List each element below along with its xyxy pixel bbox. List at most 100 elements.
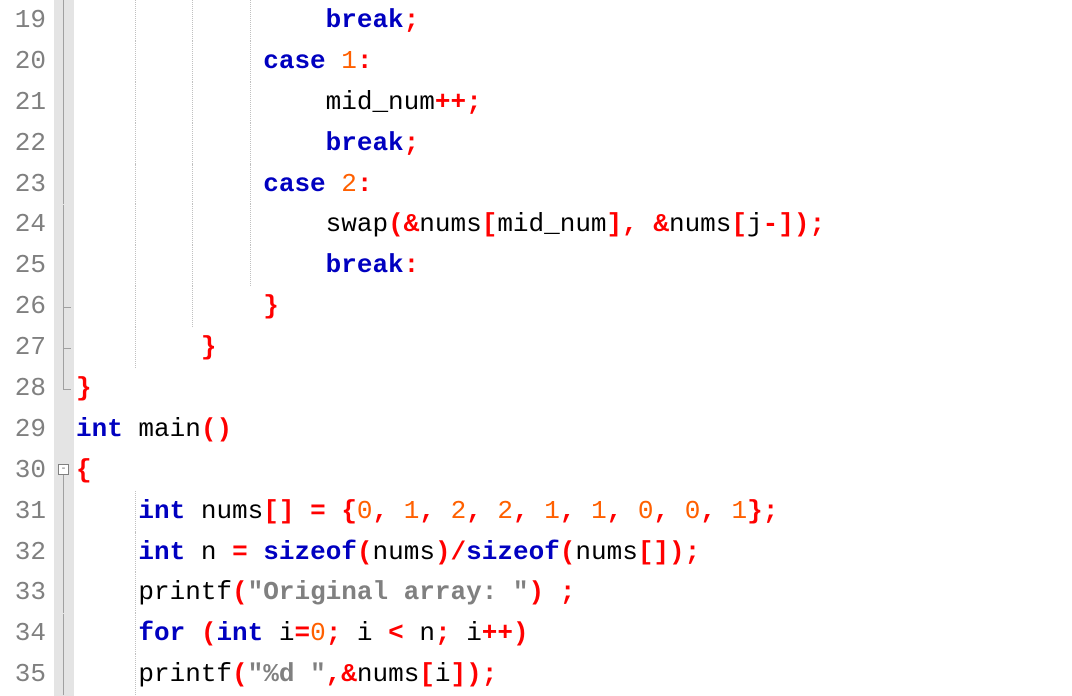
code-line[interactable]: printf("%d ",&nums[i]); — [76, 654, 1072, 695]
code-token: { — [76, 455, 92, 485]
code-token: ; — [326, 618, 342, 648]
code-line[interactable]: printf("Original array: ") ; — [76, 572, 1072, 613]
indent-guide — [192, 286, 193, 327]
line-number: 22 — [0, 123, 46, 164]
code-token — [76, 577, 138, 607]
code-token — [716, 496, 732, 526]
code-token: 2 — [451, 496, 467, 526]
indent-guide — [135, 491, 136, 532]
code-token: ]) — [451, 659, 482, 689]
code-token — [294, 496, 310, 526]
code-line[interactable]: } — [76, 368, 1072, 409]
code-token: , — [622, 209, 638, 239]
code-token: & — [653, 209, 669, 239]
code-token: [] — [263, 496, 294, 526]
code-token: printf — [138, 659, 232, 689]
code-line[interactable]: case 1: — [76, 41, 1072, 82]
indent-guide — [135, 82, 136, 123]
code-token: ; — [404, 5, 420, 35]
code-token: ] — [607, 209, 623, 239]
code-token: main — [138, 414, 200, 444]
code-token: nums — [357, 659, 419, 689]
indent-guide — [135, 204, 136, 245]
code-token: ( — [232, 577, 248, 607]
code-token: nums — [373, 537, 435, 567]
indent-guide — [192, 164, 193, 205]
code-token: ( — [357, 537, 373, 567]
code-token: , — [513, 496, 529, 526]
code-token: } — [747, 496, 763, 526]
line-number: 33 — [0, 572, 46, 613]
code-token: , — [607, 496, 623, 526]
code-editor[interactable]: 1920212223242526272829303132333435 - bre… — [0, 0, 1072, 696]
code-token: = — [294, 618, 310, 648]
code-token: i — [435, 659, 451, 689]
fold-margin[interactable]: - — [54, 0, 74, 696]
code-token: [ — [419, 659, 435, 689]
code-line[interactable]: int n = sizeof(nums)/sizeof(nums[]); — [76, 532, 1072, 573]
code-token: ]) — [778, 209, 809, 239]
code-token: nums — [201, 496, 263, 526]
code-token: , — [654, 496, 670, 526]
line-number: 21 — [0, 82, 46, 123]
code-line[interactable]: int nums[] = {0, 1, 2, 2, 1, 1, 0, 0, 1}… — [76, 491, 1072, 532]
line-number-gutter: 1920212223242526272829303132333435 — [0, 0, 54, 696]
indent-guide — [135, 123, 136, 164]
code-line[interactable]: break; — [76, 123, 1072, 164]
line-number: 34 — [0, 613, 46, 654]
code-token: ) — [529, 577, 545, 607]
line-number: 28 — [0, 368, 46, 409]
code-line[interactable]: break; — [76, 0, 1072, 41]
code-token: printf — [138, 577, 232, 607]
code-token: : — [357, 46, 373, 76]
code-line[interactable]: } — [76, 286, 1072, 327]
code-line[interactable]: } — [76, 327, 1072, 368]
code-token — [669, 496, 685, 526]
code-token — [76, 5, 326, 35]
line-number: 25 — [0, 245, 46, 286]
code-line[interactable]: mid_num++; — [76, 82, 1072, 123]
code-token: break — [326, 128, 404, 158]
line-number: 31 — [0, 491, 46, 532]
code-token: : — [404, 250, 420, 280]
code-token: ; — [685, 537, 701, 567]
code-line[interactable]: int main() — [76, 409, 1072, 450]
code-line[interactable]: { — [76, 450, 1072, 491]
code-token: 0 — [357, 496, 373, 526]
code-token — [404, 618, 420, 648]
indent-guide — [135, 532, 136, 573]
fold-toggle-icon[interactable]: - — [58, 464, 69, 475]
code-token: ( — [388, 209, 404, 239]
code-area[interactable]: break; case 1: mid_num++; break; case 2:… — [74, 0, 1072, 696]
code-token: ; — [560, 577, 576, 607]
code-token: } — [263, 291, 279, 321]
code-line[interactable]: swap(&nums[mid_num], &nums[j-]); — [76, 204, 1072, 245]
code-token: n — [419, 618, 435, 648]
code-token: int — [216, 618, 263, 648]
code-token — [248, 537, 264, 567]
indent-guide — [192, 123, 193, 164]
code-token: int — [138, 496, 185, 526]
code-line[interactable]: case 2: — [76, 164, 1072, 205]
code-line[interactable]: for (int i=0; i < n; i++) — [76, 613, 1072, 654]
code-token: mid_num — [497, 209, 606, 239]
code-line[interactable]: break: — [76, 245, 1072, 286]
code-token: & — [404, 209, 420, 239]
code-token — [76, 209, 326, 239]
code-token — [638, 209, 654, 239]
code-token: , — [373, 496, 389, 526]
code-token — [544, 577, 560, 607]
code-token: ( — [560, 537, 576, 567]
code-token: break — [326, 250, 404, 280]
code-token — [622, 496, 638, 526]
code-token: - — [763, 209, 779, 239]
code-token: ) — [435, 537, 451, 567]
line-number: 29 — [0, 409, 46, 450]
line-number: 20 — [0, 41, 46, 82]
indent-guide — [250, 82, 251, 123]
code-token: []) — [638, 537, 685, 567]
line-number: 32 — [0, 532, 46, 573]
code-token: 0 — [638, 496, 654, 526]
code-token — [76, 250, 326, 280]
code-token: j — [747, 209, 763, 239]
